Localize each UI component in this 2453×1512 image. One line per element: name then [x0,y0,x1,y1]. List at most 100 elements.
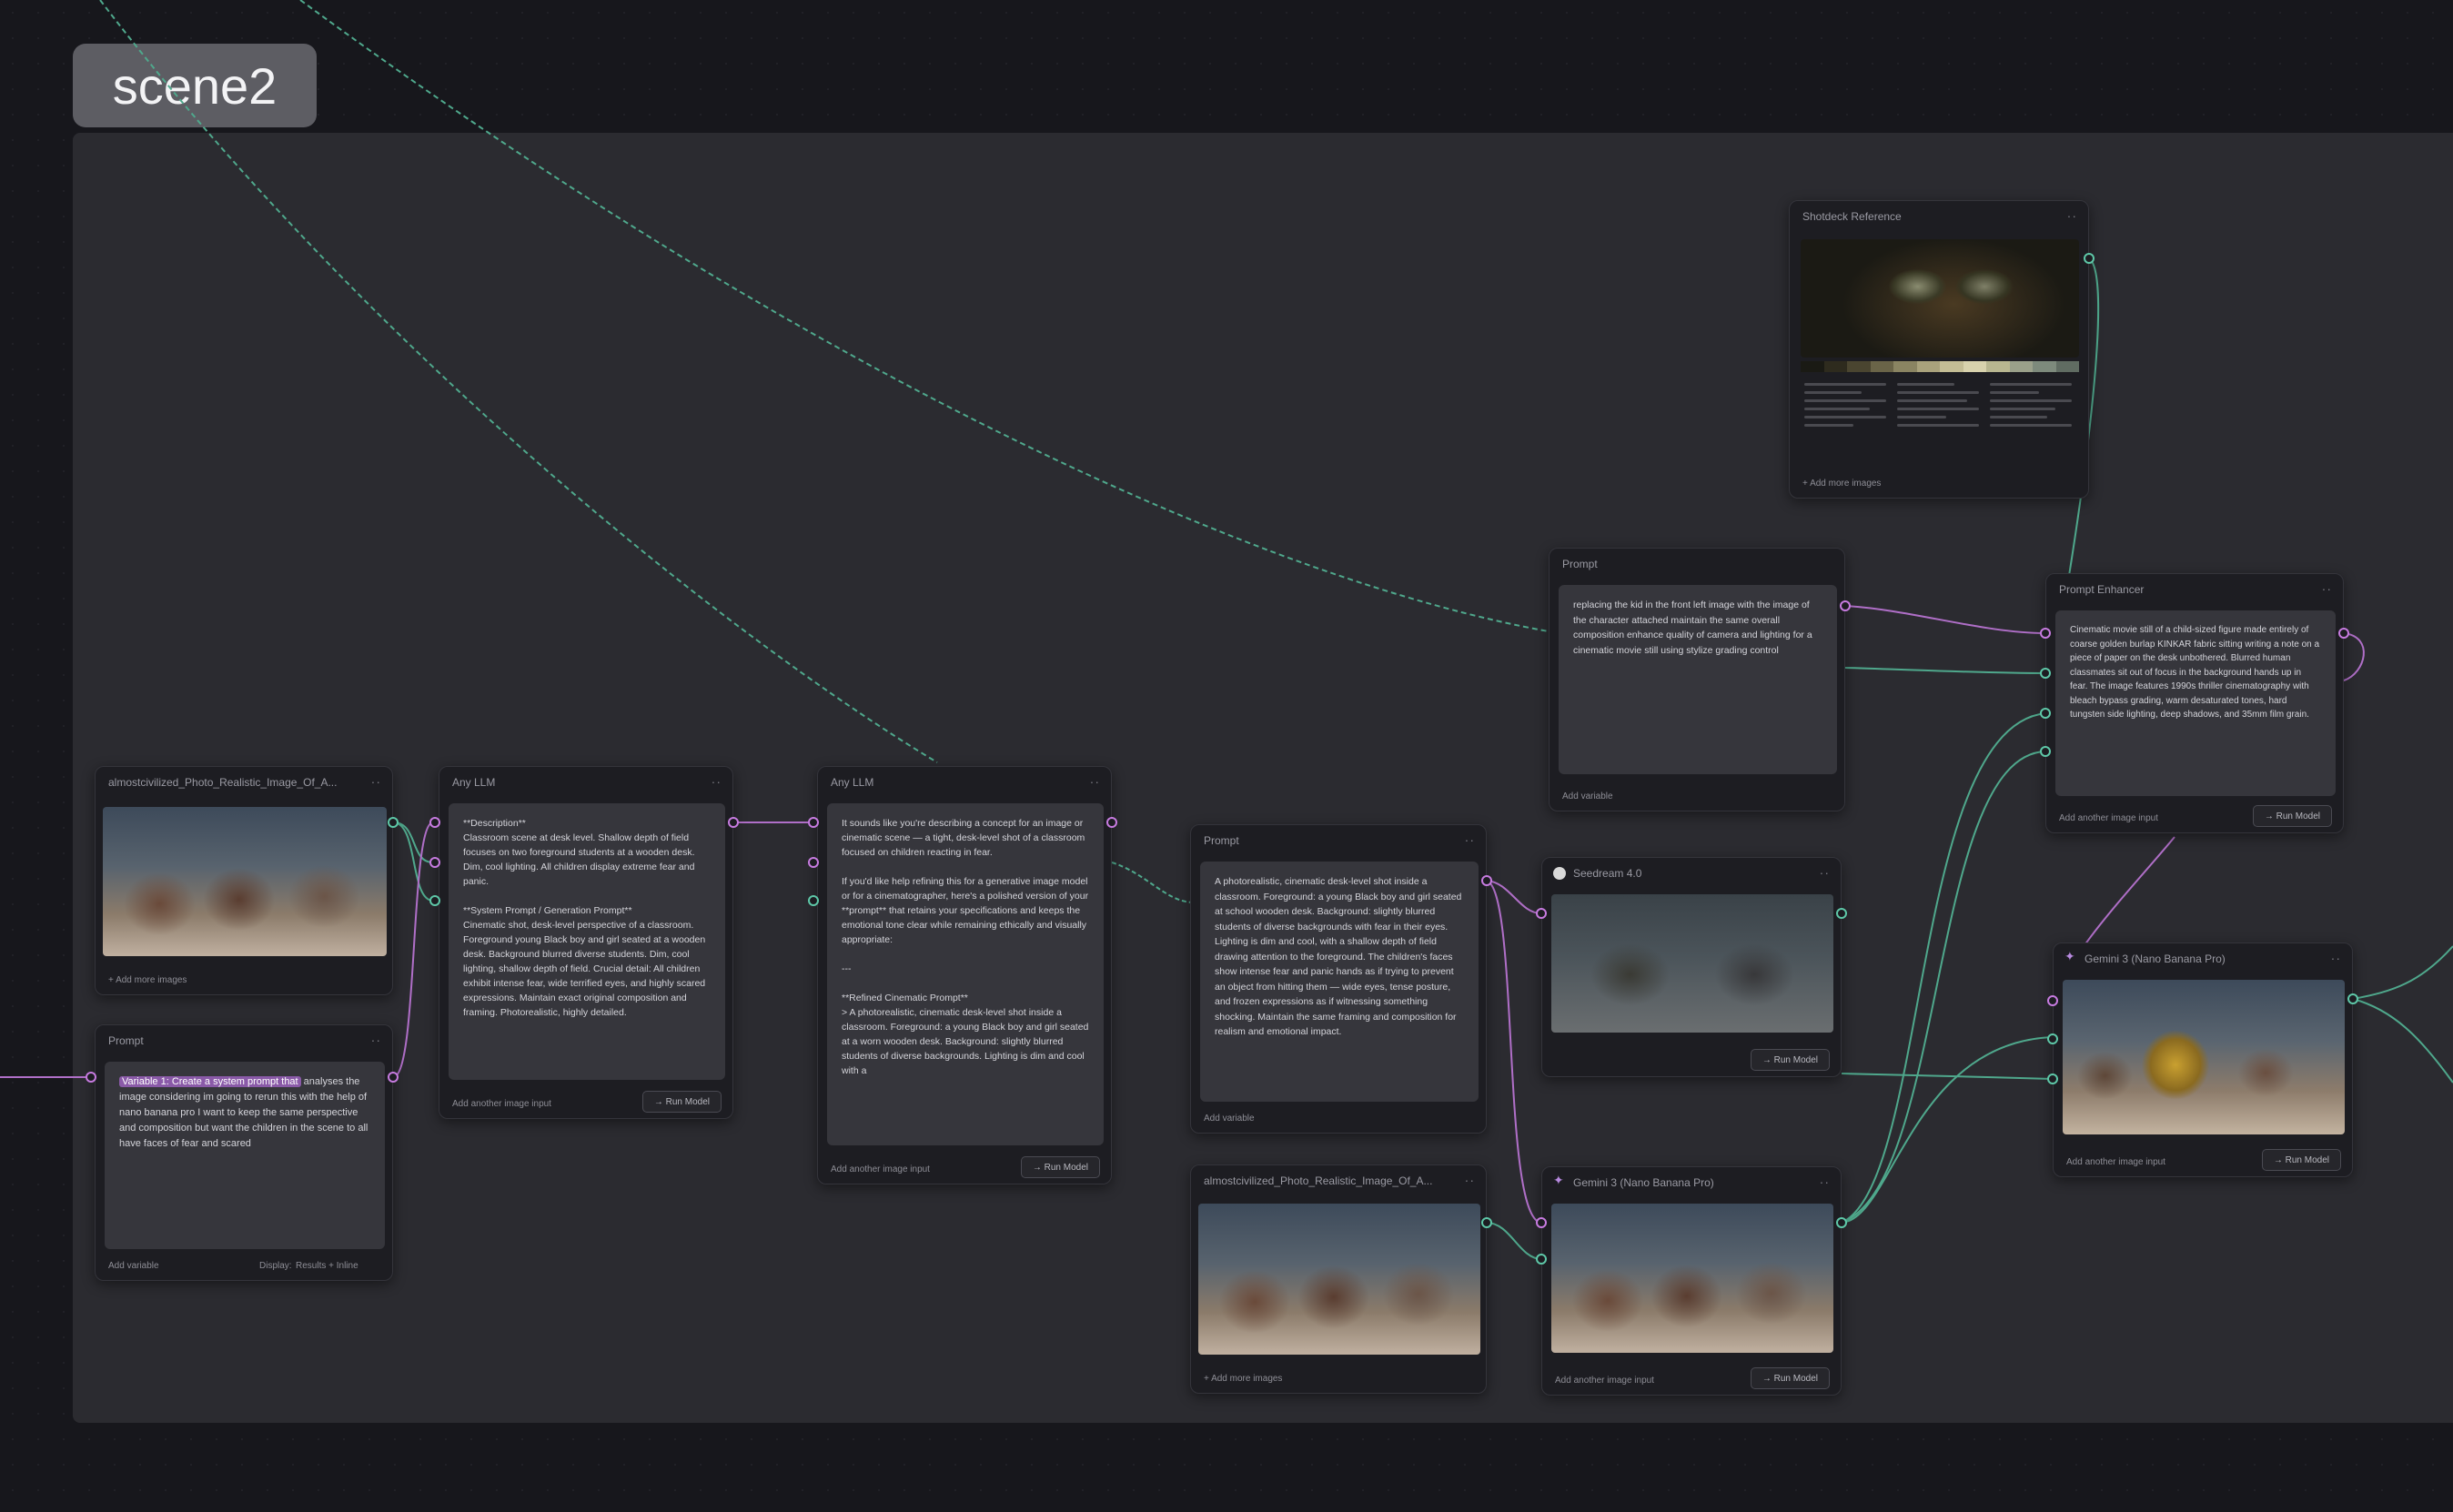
run-model-button[interactable]: → Run Model [641,1091,722,1113]
output-port[interactable] [388,1072,399,1083]
run-model-button[interactable]: → Run Model [1750,1049,1830,1071]
output-port[interactable] [2338,628,2349,639]
run-model-button[interactable]: → Run Model [2252,805,2332,827]
more-icon[interactable]: ·· [371,1033,381,1047]
node-title: Shotdeck Reference [1802,210,1902,223]
palette-swatch [1986,361,2010,372]
prompt-node-1[interactable]: Prompt ·· Variable 1: Create a system pr… [95,1024,393,1281]
input-port[interactable] [808,817,819,828]
output-port[interactable] [388,817,399,828]
more-icon[interactable]: ·· [1465,1173,1475,1187]
shotdeck-reference-node[interactable]: Shotdeck Reference ·· + Add more images [1789,200,2089,499]
model-icon [1553,867,1566,880]
prompt-text-area[interactable]: replacing the kid in the front left imag… [1559,585,1837,774]
llm-output-text: It sounds like you're describing a conce… [827,803,1104,1145]
input-port[interactable] [1536,1254,1547,1265]
add-image-input-link[interactable]: Add another image input [2066,1157,2165,1167]
run-model-button[interactable]: → Run Model [1020,1156,1100,1178]
node-title: Seedream 4.0 [1573,867,1642,880]
add-variable-link[interactable]: Add variable [1562,791,1613,801]
reference-image[interactable] [1801,239,2079,358]
add-more-images-link[interactable]: + Add more images [108,975,187,985]
generated-image[interactable] [1551,894,1833,1033]
prompt-node-3[interactable]: Prompt replacing the kid in the front le… [1549,548,1845,811]
node-title: Gemini 3 (Nano Banana Pro) [2085,953,2226,965]
input-port[interactable] [2047,1074,2058,1084]
more-icon[interactable]: ·· [1820,865,1830,880]
group-label: scene2 [112,56,278,115]
generated-image[interactable] [2063,980,2345,1134]
add-variable-link[interactable]: Add variable [1204,1114,1255,1124]
input-port[interactable] [1536,1217,1547,1228]
input-port[interactable] [429,895,440,906]
image-input-node-2[interactable]: almostcivilized_Photo_Realistic_Image_Of… [1190,1164,1487,1394]
input-port[interactable] [808,857,819,868]
input-port[interactable] [808,895,819,906]
prompt-text: analyses the image considering im going … [119,1076,371,1149]
more-icon[interactable]: ·· [1465,832,1475,847]
more-icon[interactable]: ·· [1820,1174,1830,1189]
run-model-button[interactable]: → Run Model [2261,1149,2341,1171]
input-port[interactable] [2047,995,2058,1006]
any-llm-node-1[interactable]: Any LLM ·· **Description** Classroom sce… [439,766,733,1119]
input-port[interactable] [429,857,440,868]
input-port[interactable] [2040,628,2051,639]
node-title: almostcivilized_Photo_Realistic_Image_Of… [1204,1174,1433,1187]
input-port[interactable] [1536,908,1547,919]
seedream-node[interactable]: Seedream 4.0 ·· → Run Model [1541,857,1842,1077]
palette-swatch [1801,361,1824,372]
input-port[interactable] [2040,668,2051,679]
add-image-input-link[interactable]: Add another image input [2059,813,2158,823]
add-variable-link[interactable]: Add variable [108,1261,159,1271]
more-icon[interactable]: ·· [712,774,722,789]
palette-swatch [2009,361,2033,372]
prompt-text-area[interactable]: Variable 1: Create a system prompt that … [105,1062,385,1249]
display-select[interactable]: Results + Inline [296,1261,358,1271]
input-port[interactable] [86,1072,96,1083]
input-port[interactable] [2040,708,2051,719]
palette-swatch [1916,361,1940,372]
add-image-input-link[interactable]: Add another image input [452,1099,551,1109]
gemini-node-1[interactable]: ✦ Gemini 3 (Nano Banana Pro) ·· Add anot… [1541,1166,1842,1396]
node-title: Any LLM [452,776,496,789]
classroom-image[interactable] [1198,1204,1480,1355]
palette-swatch [1847,361,1871,372]
add-more-images-link[interactable]: + Add more images [1802,479,1881,489]
node-title: Any LLM [831,776,874,789]
output-port[interactable] [1481,1217,1492,1228]
node-title: Prompt Enhancer [2059,583,2145,596]
more-icon[interactable]: ·· [2322,581,2332,596]
any-llm-node-2[interactable]: Any LLM ·· It sounds like you're describ… [817,766,1112,1184]
node-title: Prompt [1204,834,1239,847]
output-port[interactable] [1106,817,1117,828]
generated-image[interactable] [1551,1204,1833,1353]
add-image-input-link[interactable]: Add another image input [831,1164,930,1174]
output-port[interactable] [2084,253,2095,264]
add-more-images-link[interactable]: + Add more images [1204,1374,1282,1384]
prompt-text-area[interactable]: A photorealistic, cinematic desk-level s… [1200,862,1479,1102]
shot-metadata [1990,383,2072,432]
group-label-tab[interactable]: scene2 [73,44,317,127]
input-port[interactable] [2040,746,2051,757]
variable-chip[interactable]: Variable 1: Create a system prompt that [119,1076,301,1087]
classroom-image[interactable] [103,807,387,956]
run-model-button[interactable]: → Run Model [1750,1367,1830,1389]
prompt-enhancer-node[interactable]: Prompt Enhancer ·· Cinematic movie still… [2045,573,2344,833]
output-port[interactable] [728,817,739,828]
prompt-node-2[interactable]: Prompt ·· A photorealistic, cinematic de… [1190,824,1487,1134]
image-input-node-1[interactable]: almostcivilized_Photo_Realistic_Image_Of… [95,766,393,995]
more-icon[interactable]: ·· [2067,208,2077,223]
more-icon[interactable]: ·· [1090,774,1100,789]
output-port[interactable] [1836,1217,1847,1228]
more-icon[interactable]: ·· [371,774,381,789]
output-port[interactable] [1836,908,1847,919]
sparkle-icon: ✦ [2064,949,2075,963]
output-port[interactable] [2347,993,2358,1004]
output-port[interactable] [1840,600,1851,611]
output-port[interactable] [1481,875,1492,886]
input-port[interactable] [2047,1033,2058,1044]
gemini-node-2[interactable]: ✦ Gemini 3 (Nano Banana Pro) ·· Add anot… [2053,942,2353,1177]
add-image-input-link[interactable]: Add another image input [1555,1376,1654,1386]
more-icon[interactable]: ·· [2331,951,2341,965]
input-port[interactable] [429,817,440,828]
